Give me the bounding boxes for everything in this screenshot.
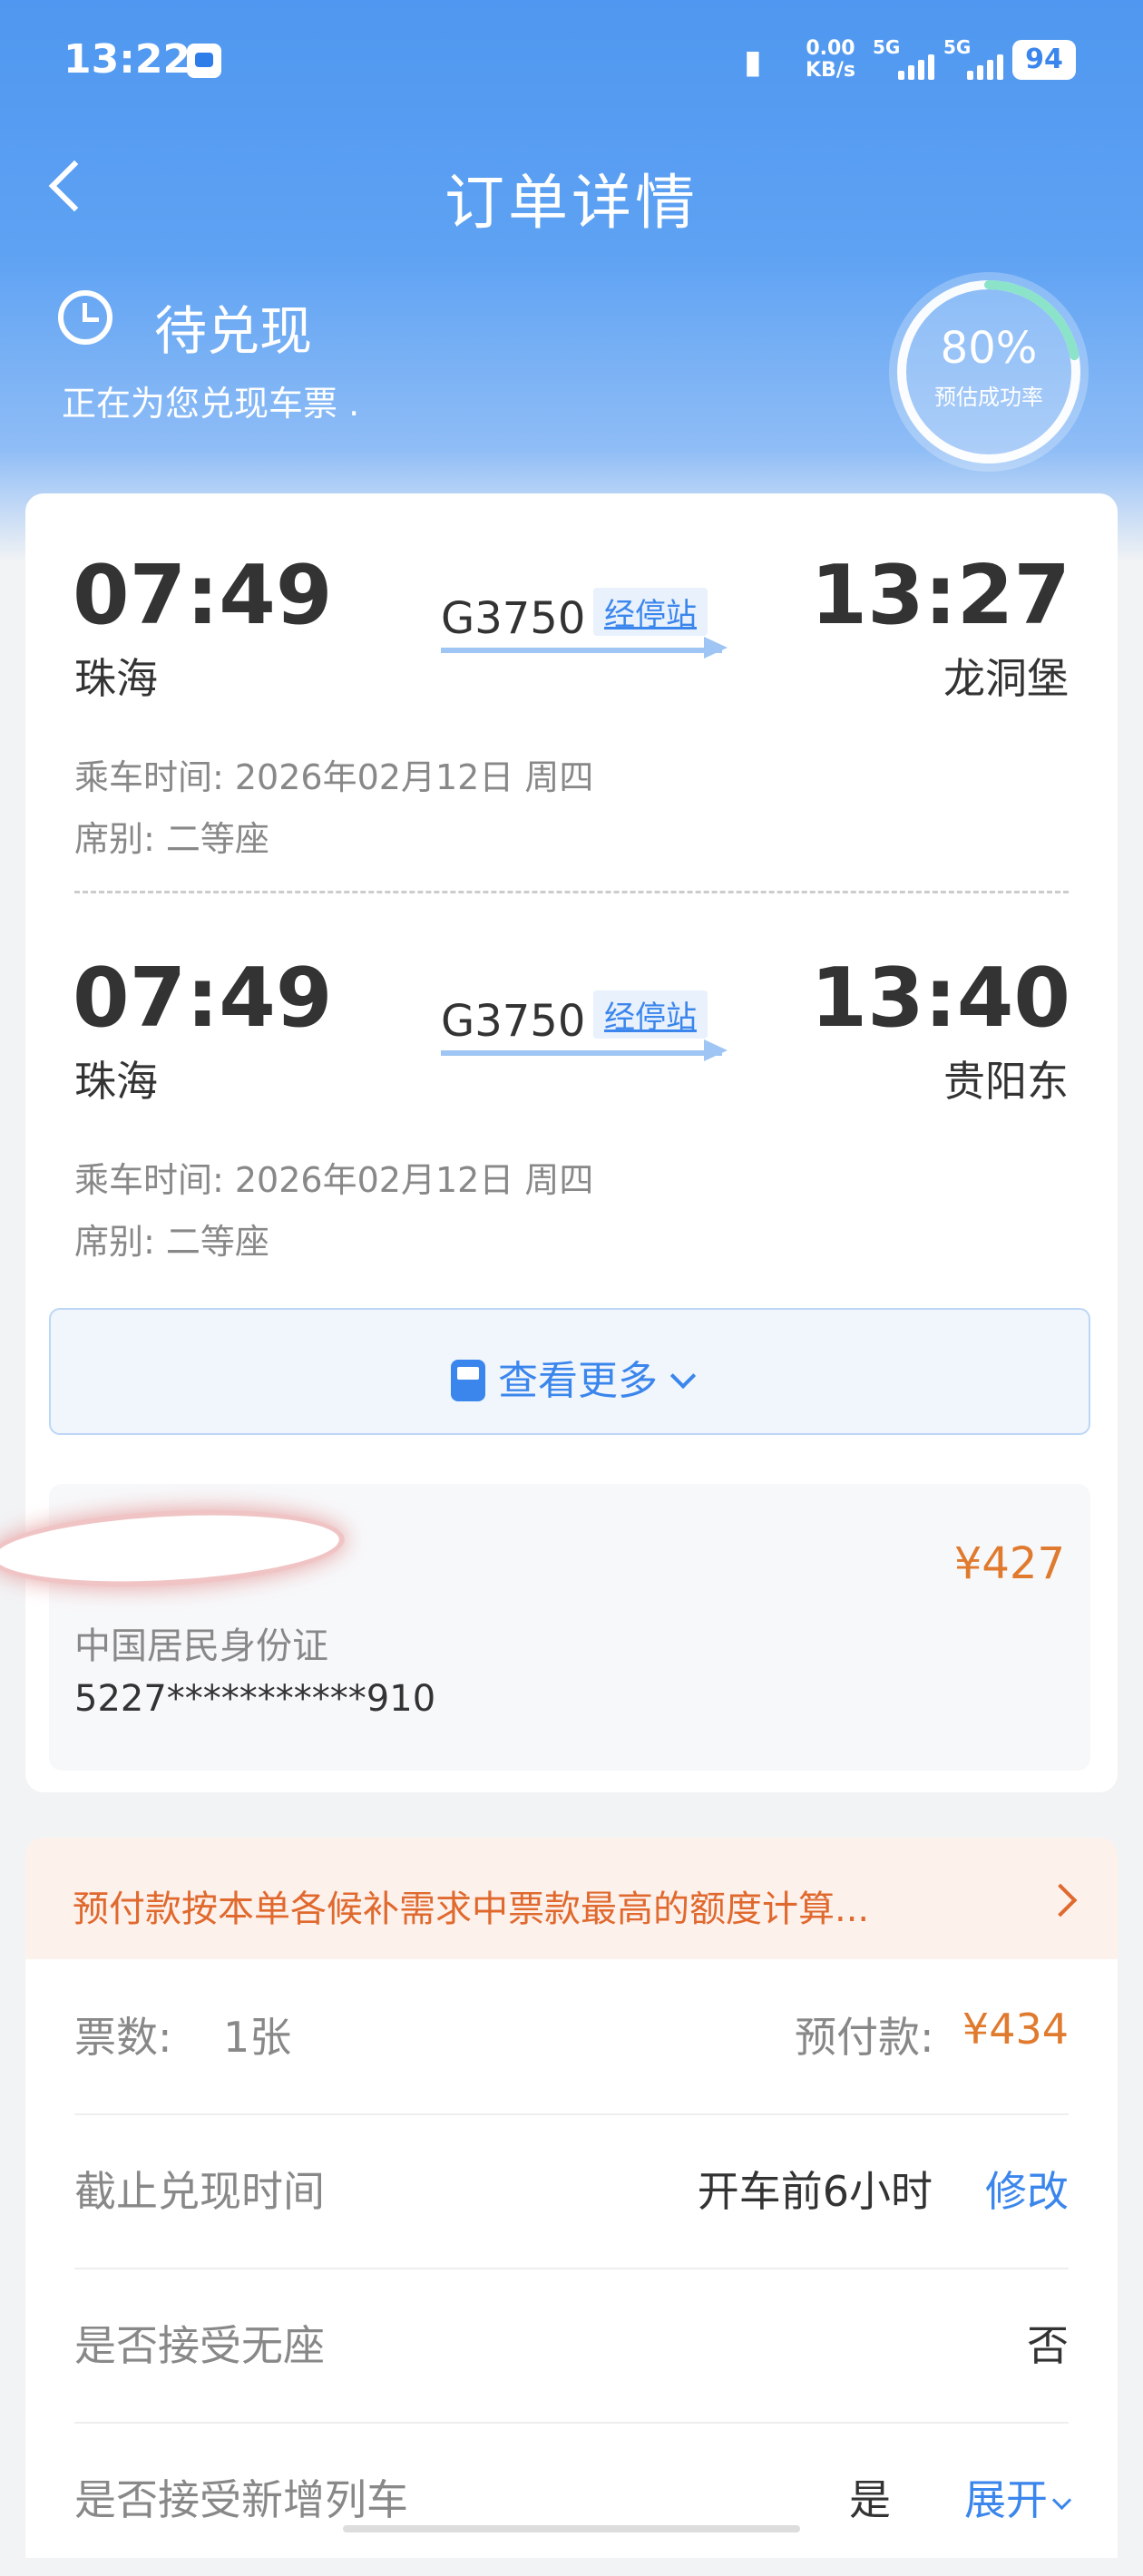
depart-time: 07:49 (73, 548, 333, 643)
home-indicator[interactable] (343, 2525, 800, 2532)
direction-arrow-icon (441, 1050, 722, 1056)
success-rate-label: 预估成功率 (934, 385, 1043, 410)
stops-link[interactable]: 经停站 (593, 588, 708, 636)
ride-date: 乘车时间: 2026年02月12日 周四 (74, 757, 594, 797)
notification-app-icon (187, 44, 221, 78)
prepay-label: 预付款: (795, 2013, 934, 2062)
passenger-id-type: 中国居民身份证 (74, 1625, 328, 1667)
arrive-time: 13:27 (810, 548, 1070, 643)
prepay-notice[interactable]: 预付款按本单各候补需求中票款最高的额度计算... (25, 1838, 1118, 1965)
no-seat-label: 是否接受无座 (74, 2321, 325, 2370)
seat-class: 席别: 二等座 (74, 1222, 269, 1262)
order-status: 待兑现 (154, 300, 313, 362)
direction-arrow-icon (441, 648, 722, 653)
status-time: 13:22 (64, 36, 191, 83)
expand-button[interactable]: 展开 (964, 2467, 1072, 2527)
ride-date: 乘车时间: 2026年02月12日 周四 (74, 1160, 594, 1200)
deadline-label: 截止兑现时间 (74, 2167, 325, 2216)
train-number: G3750 (441, 593, 586, 644)
ticket-count-row: 票数: 1张 预付款: ¥434 (74, 1959, 1069, 2115)
prepay-notice-text: 预付款按本单各候补需求中票款最高的额度计算... (73, 1888, 870, 1930)
order-status-subtitle: 正在为您兑现车票 . (62, 384, 360, 424)
signal-1-label: 5G (873, 36, 901, 58)
trip-segment-1: 07:49 珠海 G3750 经停站 13:27 龙洞堡 乘车时间: 2026年… (25, 493, 1118, 893)
status-bar: 13:22 ▮ 0.00 KB/s 5G 5G 94 (0, 0, 1143, 118)
order-details: 票数: 1张 预付款: ¥434 截止兑现时间 开车前6小时 修改 是否接受无座… (25, 1959, 1118, 2558)
chevron-right-icon (1043, 1883, 1078, 1917)
passenger-card: ¥427 中国居民身份证 5227***********910 (0, 1484, 1090, 1771)
seat-class: 席别: 二等座 (74, 819, 269, 859)
depart-time: 07:49 (73, 951, 333, 1046)
passenger-id-number: 5227***********910 (74, 1678, 436, 1720)
passenger-ticket-price: ¥427 (953, 1538, 1065, 1589)
no-seat-value: 否 (1027, 2321, 1069, 2370)
arrive-station: 贵阳东 (943, 1057, 1069, 1106)
train-icon (451, 1360, 485, 1401)
deadline-row: 截止兑现时间 开车前6小时 修改 (74, 2113, 1069, 2269)
prepay-value: ¥434 (962, 2005, 1069, 2054)
chevron-down-icon (1051, 2490, 1072, 2511)
modify-deadline-button[interactable]: 修改 (985, 2159, 1069, 2219)
view-more-button[interactable]: 查看更多 (49, 1308, 1090, 1435)
vibrate-icon: ▮ (744, 44, 762, 81)
train-number: G3750 (441, 996, 586, 1047)
clock-icon (58, 290, 112, 345)
new-train-value: 是 (849, 2475, 891, 2524)
success-rate-ring: 80% 预估成功率 (889, 272, 1089, 472)
stops-link[interactable]: 经停站 (593, 990, 708, 1039)
trip-segment-2: 07:49 珠海 G3750 经停站 13:40 贵阳东 乘车时间: 2026年… (25, 896, 1118, 1295)
redaction-mark (0, 1508, 341, 1589)
depart-station: 珠海 (74, 654, 158, 703)
no-seat-row: 是否接受无座 否 (74, 2268, 1069, 2424)
signal-1-icon (898, 47, 934, 80)
arrive-time: 13:40 (810, 951, 1070, 1046)
depart-station: 珠海 (74, 1057, 158, 1106)
success-rate-value: 80% (940, 323, 1038, 374)
signal-2-icon (967, 47, 1003, 80)
page-title: 订单详情 (444, 168, 698, 238)
arrive-station: 龙洞堡 (943, 654, 1069, 703)
network-speed: 0.00 KB/s (806, 37, 855, 82)
chevron-down-icon (669, 1362, 697, 1390)
new-train-label: 是否接受新增列车 (74, 2475, 408, 2524)
divider (74, 891, 1069, 893)
new-train-row: 是否接受新增列车 是 展开 (74, 2422, 1072, 2576)
ticket-count-value: 1张 (223, 2013, 292, 2062)
ticket-count-label: 票数: (74, 2013, 172, 2062)
view-more-label: 查看更多 (498, 1358, 658, 1404)
deadline-value: 开车前6小时 (697, 2167, 933, 2216)
battery-icon: 94 (1012, 40, 1076, 80)
order-card: 07:49 珠海 G3750 经停站 13:27 龙洞堡 乘车时间: 2026年… (0, 493, 1118, 1792)
